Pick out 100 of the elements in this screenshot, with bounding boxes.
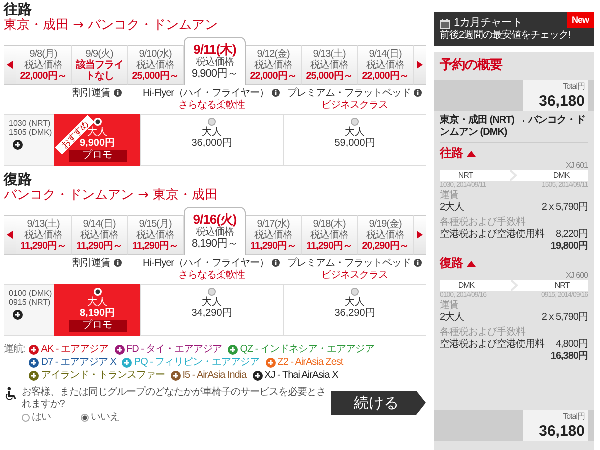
info-icon[interactable]: [272, 259, 280, 267]
tax-amount: 8,220円: [556, 229, 588, 241]
date-tab[interactable]: 9/13(土) 税込価格 25,000円～: [302, 45, 358, 85]
fare-label: 運賃: [440, 300, 460, 312]
airline-name: FD - タイ・エアアジア: [126, 344, 222, 356]
fare-option[interactable]: 大人 59,000円: [283, 114, 426, 166]
departure-time: 1030 (NRT): [9, 119, 52, 128]
fare-type-subtitle: ビジネスクラス: [320, 100, 389, 112]
date-tab[interactable]: 9/10(水) 税込価格 25,000円～: [128, 45, 184, 85]
tax-name: 空港税および空港使用料: [440, 339, 544, 351]
tax-label: 各種税および手数料: [440, 327, 527, 338]
tax-label: 各種税および手数料: [440, 217, 527, 228]
wheelchair-icon: [4, 387, 18, 403]
airline-name: Z2 - AirAsia Zest: [278, 357, 344, 369]
total-amount: 36,180: [538, 423, 585, 440]
route-title: 東京・成田 → バンコク・ドンムアン: [4, 18, 220, 34]
tax-amount: 4,800円: [556, 339, 588, 351]
left-arrow-icon[interactable]: [7, 231, 13, 239]
date-tab[interactable]: 9/14(日) 税込価格 11,290円～: [72, 215, 128, 255]
subtotal-amount: 16,380円: [550, 351, 588, 363]
airline-name: D7 - エアアジア X: [41, 357, 116, 369]
date-tab[interactable]: 9/19(金) 税込価格 20,290円～: [358, 215, 414, 255]
passenger-count: 2大人: [440, 312, 464, 324]
radio-button[interactable]: [208, 118, 216, 126]
fare-type-subtitle: さらなる柔軟性: [177, 100, 246, 112]
promo-label: プロモ: [68, 320, 126, 332]
info-icon[interactable]: [272, 89, 280, 97]
section-heading: 往路: [4, 2, 33, 18]
caret-up-icon[interactable]: [467, 260, 476, 266]
continue-button[interactable]: 続ける: [331, 391, 426, 415]
caret-up-icon[interactable]: [467, 150, 476, 156]
airline-name: AK - エアアジア: [41, 344, 109, 356]
left-arrow-icon[interactable]: [7, 61, 13, 69]
route-text: 東京・成田 (NRT) → バンコク・ドンムアン (DMK): [440, 111, 588, 143]
leg-title: 往路: [440, 146, 463, 161]
banner-title: 1カ月チャート: [454, 17, 523, 30]
info-icon[interactable]: [114, 259, 122, 267]
total-label: Total円: [563, 412, 585, 421]
airport-code: NRT: [554, 280, 570, 291]
total-label: Total円: [563, 82, 585, 91]
radio-button[interactable]: [22, 414, 30, 422]
fare-option[interactable]: 大人 36,000円: [140, 114, 283, 166]
fare-type-title: Hi-Flyer（ハイ・フライヤー）: [143, 88, 269, 99]
info-icon[interactable]: [414, 259, 422, 267]
fare-type-subtitle: さらなる柔軟性: [177, 270, 246, 282]
airline-name: QZ - インドネシア・エアアジア: [240, 344, 375, 356]
plus-circle-icon[interactable]: [13, 140, 23, 150]
departure-time: 0100 (DMK): [9, 289, 54, 298]
right-arrow-icon[interactable]: [417, 61, 423, 69]
airline-name: アイランド・トランスファー: [41, 370, 165, 382]
plus-circle-icon[interactable]: [13, 310, 23, 320]
flight-number: XJ 600: [565, 271, 588, 280]
fare-option[interactable]: 大人 8,190円 プロモ: [54, 284, 140, 336]
radio-button[interactable]: [80, 414, 89, 422]
summary-title: 予約の概要: [440, 58, 504, 74]
section-heading: 復路: [4, 172, 33, 188]
subtotal-amount: 19,800円: [550, 241, 588, 253]
right-arrow-icon[interactable]: [417, 231, 423, 239]
date-tab[interactable]: 9/13(土) 税込価格 11,290円～: [16, 215, 72, 255]
arrival-time: 1505 (DMK): [9, 128, 54, 137]
fare-option[interactable]: 大人 36,290円: [283, 284, 426, 336]
fare-type-title: プレミアム・フラットベッド: [287, 88, 411, 99]
date-tab[interactable]: 9/14(日) 税込価格 22,000円～: [358, 45, 414, 85]
radio-label[interactable]: はい: [32, 412, 51, 424]
passenger-count: 2大人: [440, 202, 464, 214]
date-tab[interactable]: 9/17(水) 税込価格 11,290円～: [246, 215, 302, 255]
info-icon[interactable]: [414, 89, 422, 97]
date-tab[interactable]: 9/11(木) 税込価格 9,900円～: [184, 37, 246, 85]
total-amount: 36,180: [538, 93, 585, 110]
fare-amount: 2 x 5,790円: [542, 202, 588, 214]
promo-label: プロモ: [68, 150, 126, 162]
fare-type-title: 割引運賃: [72, 258, 110, 269]
fare-type-subtitle: ビジネスクラス: [320, 270, 389, 282]
fare-option[interactable]: 大人 34,290円: [140, 284, 283, 336]
leg-title: 復路: [440, 256, 463, 271]
radio-label[interactable]: いいえ: [90, 412, 120, 424]
date-tab[interactable]: 9/18(木) 税込価格 11,290円～: [302, 215, 358, 255]
radio-button[interactable]: [351, 118, 359, 126]
date-tab[interactable]: 9/15(月) 税込価格 11,290円～: [128, 215, 184, 255]
fare-amount: 2 x 5,790円: [542, 312, 588, 324]
date-tab[interactable]: 9/12(金) 税込価格 22,000円～: [246, 45, 302, 85]
airline-name: I5 - AirAsia India: [182, 370, 247, 382]
fare-option[interactable]: 大人 9,900円 プロモ おすすめ: [54, 114, 140, 166]
fare-type-title: プレミアム・フラットベッド: [287, 258, 411, 269]
arrival-time: 0915 (NRT): [9, 298, 52, 307]
calendar-icon: [440, 18, 450, 28]
question-text: お客様、または同じグループのどなたかが車椅子のサービスを必要とされますか?: [22, 387, 327, 411]
date-tab[interactable]: 9/8(月) 税込価格 22,000円～: [16, 45, 72, 85]
airport-code: NRT: [458, 170, 474, 181]
new-badge: New: [566, 12, 594, 28]
info-icon[interactable]: [114, 89, 122, 97]
date-tab[interactable]: 9/16(火) 税込価格 8,190円～: [184, 207, 246, 255]
fare-type-title: Hi-Flyer（ハイ・フライヤー）: [143, 258, 269, 269]
route-title: バンコク・ドンムアン → 東京・成田: [4, 188, 220, 204]
date-tab[interactable]: 9/9(火) 該当フライトなし: [72, 45, 128, 85]
radio-button[interactable]: [351, 288, 359, 296]
airport-code: DMK: [553, 170, 570, 181]
fare-type-title: 割引運賃: [72, 88, 110, 99]
airline-name: PQ - フィリピン・エアアジア: [134, 357, 260, 369]
radio-button[interactable]: [208, 288, 216, 296]
